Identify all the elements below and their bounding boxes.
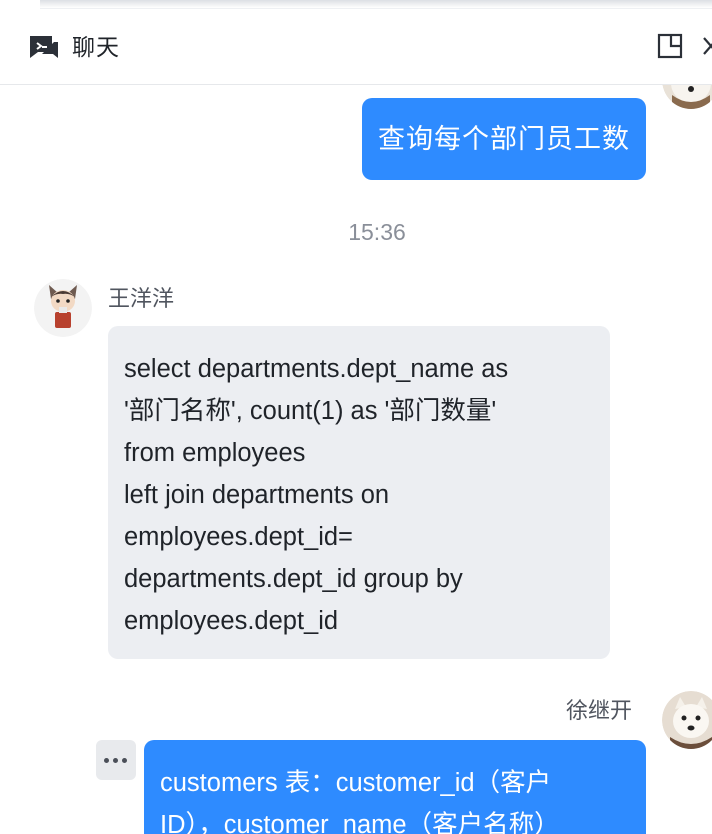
- sender-name: 徐继开: [566, 698, 633, 723]
- expand-icon[interactable]: [657, 32, 683, 60]
- message-list[interactable]: 查询每个部门员工数 15:36 王洋洋 select departments.d…: [0, 85, 712, 834]
- message-bubble-user: 查询每个部门员工数: [362, 98, 646, 180]
- chat-header: 聊天: [0, 10, 712, 85]
- more-actions-button[interactable]: [96, 740, 136, 780]
- more-icon: [104, 758, 109, 763]
- avatar: [662, 691, 712, 749]
- avatar: [662, 85, 712, 109]
- message-bubble-bot: select departments.dept_name as '部门名称', …: [108, 326, 610, 659]
- sender-name: 王洋洋: [108, 286, 175, 311]
- message-bubble-user: customers 表：customer_id（客户 ID），customer_…: [144, 740, 646, 834]
- chat-icon: [30, 36, 58, 58]
- top-edge: [40, 0, 712, 9]
- close-icon[interactable]: [702, 35, 712, 57]
- page-title: 聊天: [72, 34, 120, 60]
- bot-avatar: [34, 279, 92, 337]
- timestamp: 15:36: [348, 219, 406, 245]
